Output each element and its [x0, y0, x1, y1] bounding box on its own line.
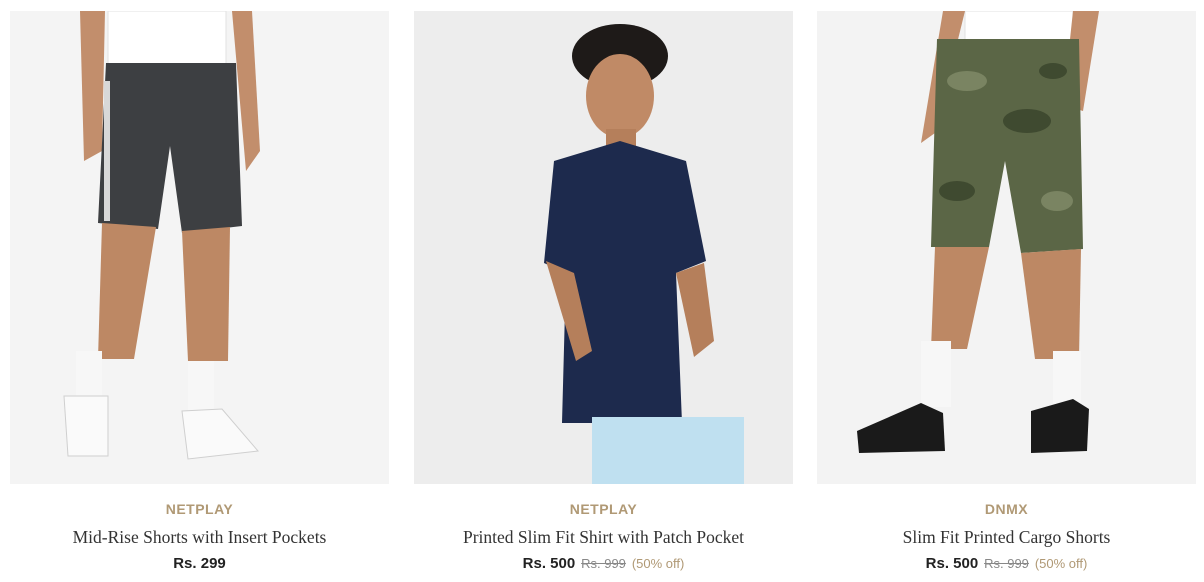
product-brand[interactable]: NETPLAY [414, 501, 793, 517]
product-image[interactable] [10, 11, 389, 484]
price-row: Rs. 500 Rs. 999 (50% off) [414, 553, 793, 573]
product-discount: (50% off) [1034, 556, 1088, 571]
product-card[interactable]: NETPLAY Printed Slim Fit Shirt with Patc… [414, 11, 793, 573]
product-image[interactable] [817, 11, 1196, 484]
product-price: Rs. 500 [522, 555, 576, 572]
product-name[interactable]: Slim Fit Printed Cargo Shorts [817, 526, 1196, 548]
product-brand[interactable]: NETPLAY [10, 501, 389, 517]
product-grid: NETPLAY Mid-Rise Shorts with Insert Pock… [0, 0, 1204, 582]
price-row: Rs. 500 Rs. 999 (50% off) [817, 553, 1196, 573]
product-price: Rs. 500 [925, 555, 979, 572]
price-row: Rs. 299 [10, 553, 389, 573]
product-mrp: Rs. 999 [984, 556, 1029, 571]
product-name[interactable]: Printed Slim Fit Shirt with Patch Pocket [414, 526, 793, 548]
product-card[interactable]: DNMX Slim Fit Printed Cargo Shorts Rs. 5… [817, 11, 1196, 573]
product-card[interactable]: NETPLAY Mid-Rise Shorts with Insert Pock… [10, 11, 389, 573]
product-name[interactable]: Mid-Rise Shorts with Insert Pockets [10, 526, 389, 548]
product-mrp: Rs. 999 [581, 556, 626, 571]
product-price: Rs. 299 [173, 555, 226, 572]
product-brand[interactable]: DNMX [817, 501, 1196, 517]
product-discount: (50% off) [631, 556, 685, 571]
product-image[interactable] [414, 11, 793, 484]
